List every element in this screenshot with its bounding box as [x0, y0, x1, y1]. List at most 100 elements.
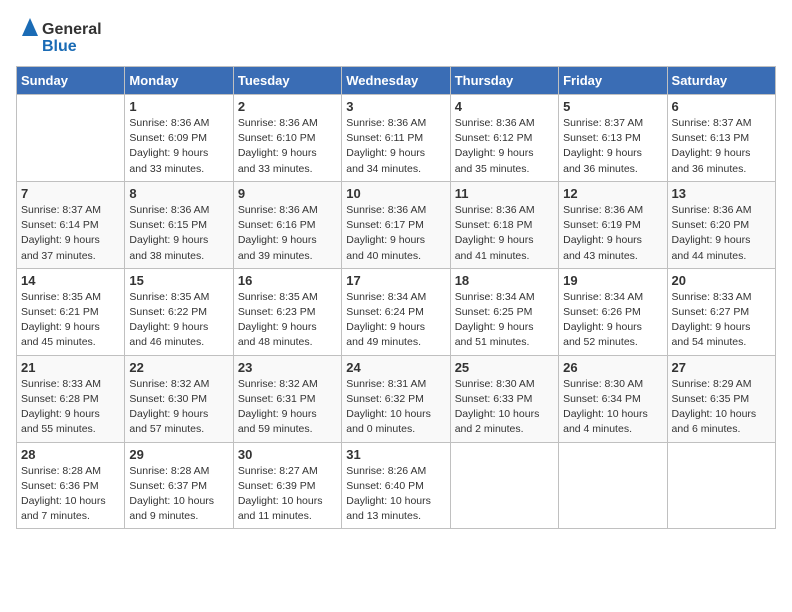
page-header: GeneralBlue	[16, 16, 776, 56]
day-number: 31	[346, 447, 445, 462]
day-info: Sunrise: 8:30 AM Sunset: 6:34 PM Dayligh…	[563, 377, 662, 438]
calendar-cell	[17, 95, 125, 182]
day-number: 13	[672, 186, 771, 201]
svg-text:General: General	[42, 21, 102, 38]
day-info: Sunrise: 8:35 AM Sunset: 6:22 PM Dayligh…	[129, 290, 228, 351]
day-info: Sunrise: 8:29 AM Sunset: 6:35 PM Dayligh…	[672, 377, 771, 438]
day-number: 7	[21, 186, 120, 201]
day-number: 28	[21, 447, 120, 462]
calendar-cell: 18Sunrise: 8:34 AM Sunset: 6:25 PM Dayli…	[450, 268, 558, 355]
day-number: 4	[455, 99, 554, 114]
day-info: Sunrise: 8:36 AM Sunset: 6:19 PM Dayligh…	[563, 203, 662, 264]
calendar-cell: 5Sunrise: 8:37 AM Sunset: 6:13 PM Daylig…	[559, 95, 667, 182]
calendar-cell: 19 Sunrise: 8:34 AM Sunset: 6:26 PM Dayli…	[559, 268, 667, 355]
day-info: Sunrise: 8:28 AM Sunset: 6:37 PM Dayligh…	[129, 464, 228, 525]
weekday-header-row: SundayMondayTuesdayWednesdayThursdayFrid…	[17, 67, 776, 95]
day-number: 11	[455, 186, 554, 201]
calendar-cell: 23 Sunrise: 8:32 AM Sunset: 6:31 PM Dayli…	[233, 355, 341, 442]
calendar-cell: 21 Sunrise: 8:33 AM Sunset: 6:28 PM Dayli…	[17, 355, 125, 442]
weekday-header-wednesday: Wednesday	[342, 67, 450, 95]
day-number: 14	[21, 273, 120, 288]
calendar-week-row: 1Sunrise: 8:36 AM Sunset: 6:09 PM Daylig…	[17, 95, 776, 182]
day-number: 30	[238, 447, 337, 462]
calendar-cell: 20 Sunrise: 8:33 AM Sunset: 6:27 PM Dayli…	[667, 268, 775, 355]
calendar-cell: 29 Sunrise: 8:28 AM Sunset: 6:37 PM Dayli…	[125, 442, 233, 529]
day-number: 22	[129, 360, 228, 375]
calendar-cell: 12 Sunrise: 8:36 AM Sunset: 6:19 PM Dayli…	[559, 181, 667, 268]
calendar-cell: 13 Sunrise: 8:36 AM Sunset: 6:20 PM Dayli…	[667, 181, 775, 268]
day-info: Sunrise: 8:36 AM Sunset: 6:12 PM Dayligh…	[455, 116, 554, 177]
day-number: 12	[563, 186, 662, 201]
day-number: 1	[129, 99, 228, 114]
weekday-header-sunday: Sunday	[17, 67, 125, 95]
day-number: 17	[346, 273, 445, 288]
day-number: 24	[346, 360, 445, 375]
calendar-cell: 4 Sunrise: 8:36 AM Sunset: 6:12 PM Daylig…	[450, 95, 558, 182]
calendar-cell	[450, 442, 558, 529]
day-number: 3	[346, 99, 445, 114]
weekday-header-thursday: Thursday	[450, 67, 558, 95]
day-number: 21	[21, 360, 120, 375]
day-info: Sunrise: 8:36 AM Sunset: 6:11 PM Dayligh…	[346, 116, 445, 177]
day-number: 5	[563, 99, 662, 114]
calendar-cell: 8 Sunrise: 8:36 AM Sunset: 6:15 PM Daylig…	[125, 181, 233, 268]
day-info: Sunrise: 8:27 AM Sunset: 6:39 PM Dayligh…	[238, 464, 337, 525]
calendar-cell: 28 Sunrise: 8:28 AM Sunset: 6:36 PM Dayli…	[17, 442, 125, 529]
day-number: 29	[129, 447, 228, 462]
day-info: Sunrise: 8:36 AM Sunset: 6:15 PM Dayligh…	[129, 203, 228, 264]
calendar-cell: 15Sunrise: 8:35 AM Sunset: 6:22 PM Dayli…	[125, 268, 233, 355]
calendar-week-row: 14 Sunrise: 8:35 AM Sunset: 6:21 PM Dayli…	[17, 268, 776, 355]
day-number: 2	[238, 99, 337, 114]
calendar-cell: 2 Sunrise: 8:36 AM Sunset: 6:10 PM Daylig…	[233, 95, 341, 182]
calendar-cell: 10Sunrise: 8:36 AM Sunset: 6:17 PM Dayli…	[342, 181, 450, 268]
logo-svg: GeneralBlue	[16, 16, 106, 56]
day-info: Sunrise: 8:34 AM Sunset: 6:24 PM Dayligh…	[346, 290, 445, 351]
calendar-cell: 26Sunrise: 8:30 AM Sunset: 6:34 PM Dayli…	[559, 355, 667, 442]
svg-text:Blue: Blue	[42, 38, 77, 55]
day-info: Sunrise: 8:30 AM Sunset: 6:33 PM Dayligh…	[455, 377, 554, 438]
calendar-week-row: 21 Sunrise: 8:33 AM Sunset: 6:28 PM Dayli…	[17, 355, 776, 442]
calendar-cell: 16Sunrise: 8:35 AM Sunset: 6:23 PM Dayli…	[233, 268, 341, 355]
day-info: Sunrise: 8:34 AM Sunset: 6:25 PM Dayligh…	[455, 290, 554, 351]
day-info: Sunrise: 8:33 AM Sunset: 6:28 PM Dayligh…	[21, 377, 120, 438]
day-number: 20	[672, 273, 771, 288]
calendar-cell: 11 Sunrise: 8:36 AM Sunset: 6:18 PM Dayli…	[450, 181, 558, 268]
day-info: Sunrise: 8:32 AM Sunset: 6:31 PM Dayligh…	[238, 377, 337, 438]
day-info: Sunrise: 8:35 AM Sunset: 6:23 PM Dayligh…	[238, 290, 337, 351]
day-info: Sunrise: 8:36 AM Sunset: 6:20 PM Dayligh…	[672, 203, 771, 264]
day-info: Sunrise: 8:28 AM Sunset: 6:36 PM Dayligh…	[21, 464, 120, 525]
calendar-cell: 27 Sunrise: 8:29 AM Sunset: 6:35 PM Dayli…	[667, 355, 775, 442]
day-info: Sunrise: 8:36 AM Sunset: 6:17 PM Dayligh…	[346, 203, 445, 264]
day-number: 9	[238, 186, 337, 201]
calendar-cell: 30 Sunrise: 8:27 AM Sunset: 6:39 PM Dayli…	[233, 442, 341, 529]
day-number: 8	[129, 186, 228, 201]
day-number: 6	[672, 99, 771, 114]
day-info: Sunrise: 8:34 AM Sunset: 6:26 PM Dayligh…	[563, 290, 662, 351]
day-info: Sunrise: 8:36 AM Sunset: 6:18 PM Dayligh…	[455, 203, 554, 264]
calendar-cell: 24Sunrise: 8:31 AM Sunset: 6:32 PM Dayli…	[342, 355, 450, 442]
day-number: 23	[238, 360, 337, 375]
calendar-cell: 9 Sunrise: 8:36 AM Sunset: 6:16 PM Daylig…	[233, 181, 341, 268]
calendar-week-row: 28 Sunrise: 8:28 AM Sunset: 6:36 PM Dayli…	[17, 442, 776, 529]
calendar-cell: 1Sunrise: 8:36 AM Sunset: 6:09 PM Daylig…	[125, 95, 233, 182]
calendar-cell: 25Sunrise: 8:30 AM Sunset: 6:33 PM Dayli…	[450, 355, 558, 442]
calendar-cell: 3 Sunrise: 8:36 AM Sunset: 6:11 PM Daylig…	[342, 95, 450, 182]
weekday-header-friday: Friday	[559, 67, 667, 95]
calendar-cell: 17 Sunrise: 8:34 AM Sunset: 6:24 PM Dayli…	[342, 268, 450, 355]
day-info: Sunrise: 8:35 AM Sunset: 6:21 PM Dayligh…	[21, 290, 120, 351]
day-info: Sunrise: 8:36 AM Sunset: 6:10 PM Dayligh…	[238, 116, 337, 177]
day-number: 19	[563, 273, 662, 288]
day-info: Sunrise: 8:33 AM Sunset: 6:27 PM Dayligh…	[672, 290, 771, 351]
calendar-cell: 14 Sunrise: 8:35 AM Sunset: 6:21 PM Dayli…	[17, 268, 125, 355]
day-info: Sunrise: 8:36 AM Sunset: 6:16 PM Dayligh…	[238, 203, 337, 264]
weekday-header-saturday: Saturday	[667, 67, 775, 95]
day-info: Sunrise: 8:32 AM Sunset: 6:30 PM Dayligh…	[129, 377, 228, 438]
calendar-cell: 31 Sunrise: 8:26 AM Sunset: 6:40 PM Dayli…	[342, 442, 450, 529]
day-number: 27	[672, 360, 771, 375]
day-info: Sunrise: 8:26 AM Sunset: 6:40 PM Dayligh…	[346, 464, 445, 525]
calendar-table: SundayMondayTuesdayWednesdayThursdayFrid…	[16, 66, 776, 529]
day-info: Sunrise: 8:37 AM Sunset: 6:14 PM Dayligh…	[21, 203, 120, 264]
logo: GeneralBlue	[16, 16, 106, 56]
calendar-cell	[667, 442, 775, 529]
weekday-header-monday: Monday	[125, 67, 233, 95]
